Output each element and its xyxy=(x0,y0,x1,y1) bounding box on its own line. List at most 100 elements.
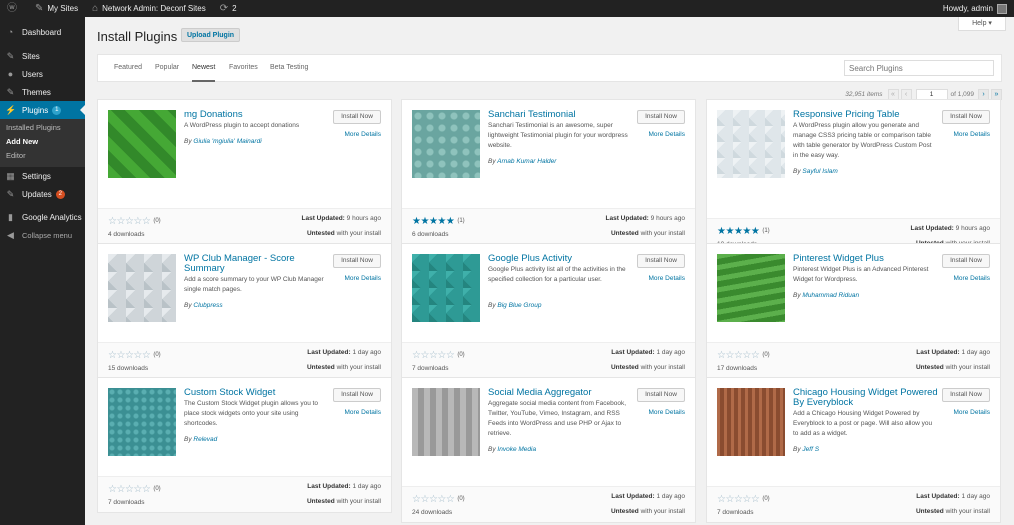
author-link[interactable]: Sayful Islam xyxy=(802,168,837,175)
more-details-link[interactable]: More Details xyxy=(954,275,990,282)
star-empty-icon: ☆ xyxy=(437,350,446,361)
more-details-link[interactable]: More Details xyxy=(345,131,381,138)
my-sites-link[interactable]: ✎ My Sites xyxy=(28,0,85,17)
install-now-button[interactable]: Install Now xyxy=(333,254,381,268)
tab-popular[interactable]: Popular xyxy=(155,55,179,82)
tab-newest[interactable]: Newest xyxy=(192,55,216,82)
wordpress-logo[interactable]: ⓦ xyxy=(0,0,28,17)
install-now-button[interactable]: Install Now xyxy=(637,388,685,402)
more-details-link[interactable]: More Details xyxy=(345,409,381,416)
plugin-card-top: Custom Stock Widget The Custom Stock Wid… xyxy=(98,378,391,458)
sidebar-item-users[interactable]: ● Users xyxy=(0,65,85,83)
author-link[interactable]: Clubpress xyxy=(193,302,222,309)
tab-beta-testing[interactable]: Beta Testing xyxy=(270,55,308,82)
compat-suffix: with your install xyxy=(336,230,381,237)
plugin-name[interactable]: WP Club Manager - Score Summary xyxy=(184,254,329,274)
more-details-link[interactable]: More Details xyxy=(649,275,685,282)
plugin-name[interactable]: Sanchari Testimonial xyxy=(488,110,633,120)
upload-plugin-button[interactable]: Upload Plugin xyxy=(181,28,241,42)
plugin-card-bottom: ☆☆☆☆☆ (0) 24 downloads Last Updated: 1 da… xyxy=(402,486,695,522)
sidebar-item-collapse[interactable]: ◀ Collapse menu xyxy=(0,226,85,244)
compat-status: Untested xyxy=(306,364,335,371)
sidebar-item-themes[interactable]: ✎ Themes xyxy=(0,83,85,101)
plugin-card-bottom: ☆☆☆☆☆ (0) 4 downloads Last Updated: 9 hou… xyxy=(98,208,391,244)
author-link[interactable]: Relevad xyxy=(193,436,217,443)
download-count: 7 downloads xyxy=(412,365,449,372)
install-now-button[interactable]: Install Now xyxy=(942,388,990,402)
tab-featured[interactable]: Featured xyxy=(114,55,142,82)
plugin-thumbnail[interactable] xyxy=(108,110,176,178)
plugin-author: By Muhammad Riduan xyxy=(793,292,859,299)
plugin-thumbnail[interactable] xyxy=(717,254,785,322)
last-updated-label: Last Updated: xyxy=(611,493,655,500)
help-tab[interactable]: Help ▾ xyxy=(958,17,1006,31)
plugin-card-bottom: ★★★★★ (1) 6 downloads Last Updated: 9 hou… xyxy=(402,208,695,244)
more-details-link[interactable]: More Details xyxy=(649,131,685,138)
my-account-link[interactable]: Howdy, admin xyxy=(936,0,1014,17)
updates-link[interactable]: ⟳ 2 xyxy=(213,0,244,17)
plugin-card-bottom: ☆☆☆☆☆ (0) 17 downloads Last Updated: 1 da… xyxy=(707,342,1000,378)
compat-suffix: with your install xyxy=(945,508,990,515)
tab-favorites[interactable]: Favorites xyxy=(229,55,258,82)
plugin-name[interactable]: Google Plus Activity xyxy=(488,254,633,264)
submenu-add-new[interactable]: Add New xyxy=(0,135,85,149)
compatibility: Untested with your install xyxy=(611,364,685,371)
sidebar-item-updates[interactable]: ✎ Updates 2 xyxy=(0,185,85,203)
author-link[interactable]: Arnab Kumar Halder xyxy=(497,158,556,165)
sidebar-item-sites[interactable]: ✎ Sites xyxy=(0,47,85,65)
last-updated: Last Updated: 1 day ago xyxy=(307,483,381,490)
install-now-button[interactable]: Install Now xyxy=(942,110,990,124)
install-now-button[interactable]: Install Now xyxy=(333,110,381,124)
plugin-thumbnail[interactable] xyxy=(108,254,176,322)
plugin-thumbnail[interactable] xyxy=(717,388,785,456)
sidebar-item-label: Google Analytics xyxy=(22,212,82,222)
plugin-thumbnail[interactable] xyxy=(412,110,480,178)
plugin-card-top: Google Plus Activity Google Plus activit… xyxy=(402,244,695,324)
submenu-editor[interactable]: Editor xyxy=(0,149,85,163)
sidebar-item-google-analytics[interactable]: ▮ Google Analytics xyxy=(0,208,85,226)
author-link[interactable]: Invoke Media xyxy=(497,446,536,453)
plugin-name[interactable]: Chicago Housing Widget Powered By Everyb… xyxy=(793,388,938,408)
install-now-button[interactable]: Install Now xyxy=(942,254,990,268)
plugin-name[interactable]: Custom Stock Widget xyxy=(184,388,329,398)
last-updated: Last Updated: 1 day ago xyxy=(916,493,990,500)
star-empty-icon: ☆ xyxy=(116,216,125,227)
plugin-author: By Arnab Kumar Halder xyxy=(488,158,556,165)
sidebar-item-plugins[interactable]: ⚡ Plugins 1 xyxy=(0,101,85,119)
plugin-card-bottom: ☆☆☆☆☆ (0) 15 downloads Last Updated: 1 da… xyxy=(98,342,391,378)
submenu-installed-plugins[interactable]: Installed Plugins xyxy=(0,121,85,135)
compat-suffix: with your install xyxy=(945,364,990,371)
plugin-card-top: Chicago Housing Widget Powered By Everyb… xyxy=(707,378,1000,458)
network-admin-link[interactable]: ⌂ Network Admin: Deconf Sites xyxy=(85,0,213,17)
plugin-thumbnail[interactable] xyxy=(412,254,480,322)
author-link[interactable]: Jeff S xyxy=(802,446,819,453)
more-details-link[interactable]: More Details xyxy=(345,275,381,282)
search-input[interactable] xyxy=(844,60,994,76)
more-details-link[interactable]: More Details xyxy=(954,131,990,138)
sidebar-item-settings[interactable]: ▦ Settings xyxy=(0,167,85,185)
plugin-thumbnail[interactable] xyxy=(412,388,480,456)
last-updated-value: 9 hours ago xyxy=(650,215,685,222)
compatibility: Untested with your install xyxy=(611,508,685,515)
plugin-name[interactable]: Pinterest Widget Plus xyxy=(793,254,938,264)
more-details-link[interactable]: More Details xyxy=(954,409,990,416)
star-empty-icon: ☆ xyxy=(750,494,760,505)
star-filled-icon: ★ xyxy=(750,226,760,237)
plugin-thumbnail[interactable] xyxy=(717,110,785,178)
plugin-name[interactable]: Social Media Aggregator xyxy=(488,388,633,398)
plugin-name[interactable]: mg Donations xyxy=(184,110,329,120)
plugin-thumbnail[interactable] xyxy=(108,388,176,456)
author-link[interactable]: Giulia 'mgiulia' Mainardi xyxy=(193,138,261,145)
sidebar-item-dashboard[interactable]: ◔ Dashboard xyxy=(0,22,85,42)
more-details-link[interactable]: More Details xyxy=(649,409,685,416)
last-updated-label: Last Updated: xyxy=(307,349,351,356)
install-now-button[interactable]: Install Now xyxy=(637,254,685,268)
author-link[interactable]: Big Blue Group xyxy=(497,302,541,309)
install-now-button[interactable]: Install Now xyxy=(333,388,381,402)
install-now-button[interactable]: Install Now xyxy=(637,110,685,124)
author-link[interactable]: Muhammad Riduan xyxy=(802,292,859,299)
by-label: By xyxy=(184,138,192,145)
main-content: Help ▾ Install Plugins Upload Plugin Fea… xyxy=(85,17,1014,525)
download-count: 4 downloads xyxy=(108,231,145,238)
plugin-name[interactable]: Responsive Pricing Table xyxy=(793,110,938,120)
